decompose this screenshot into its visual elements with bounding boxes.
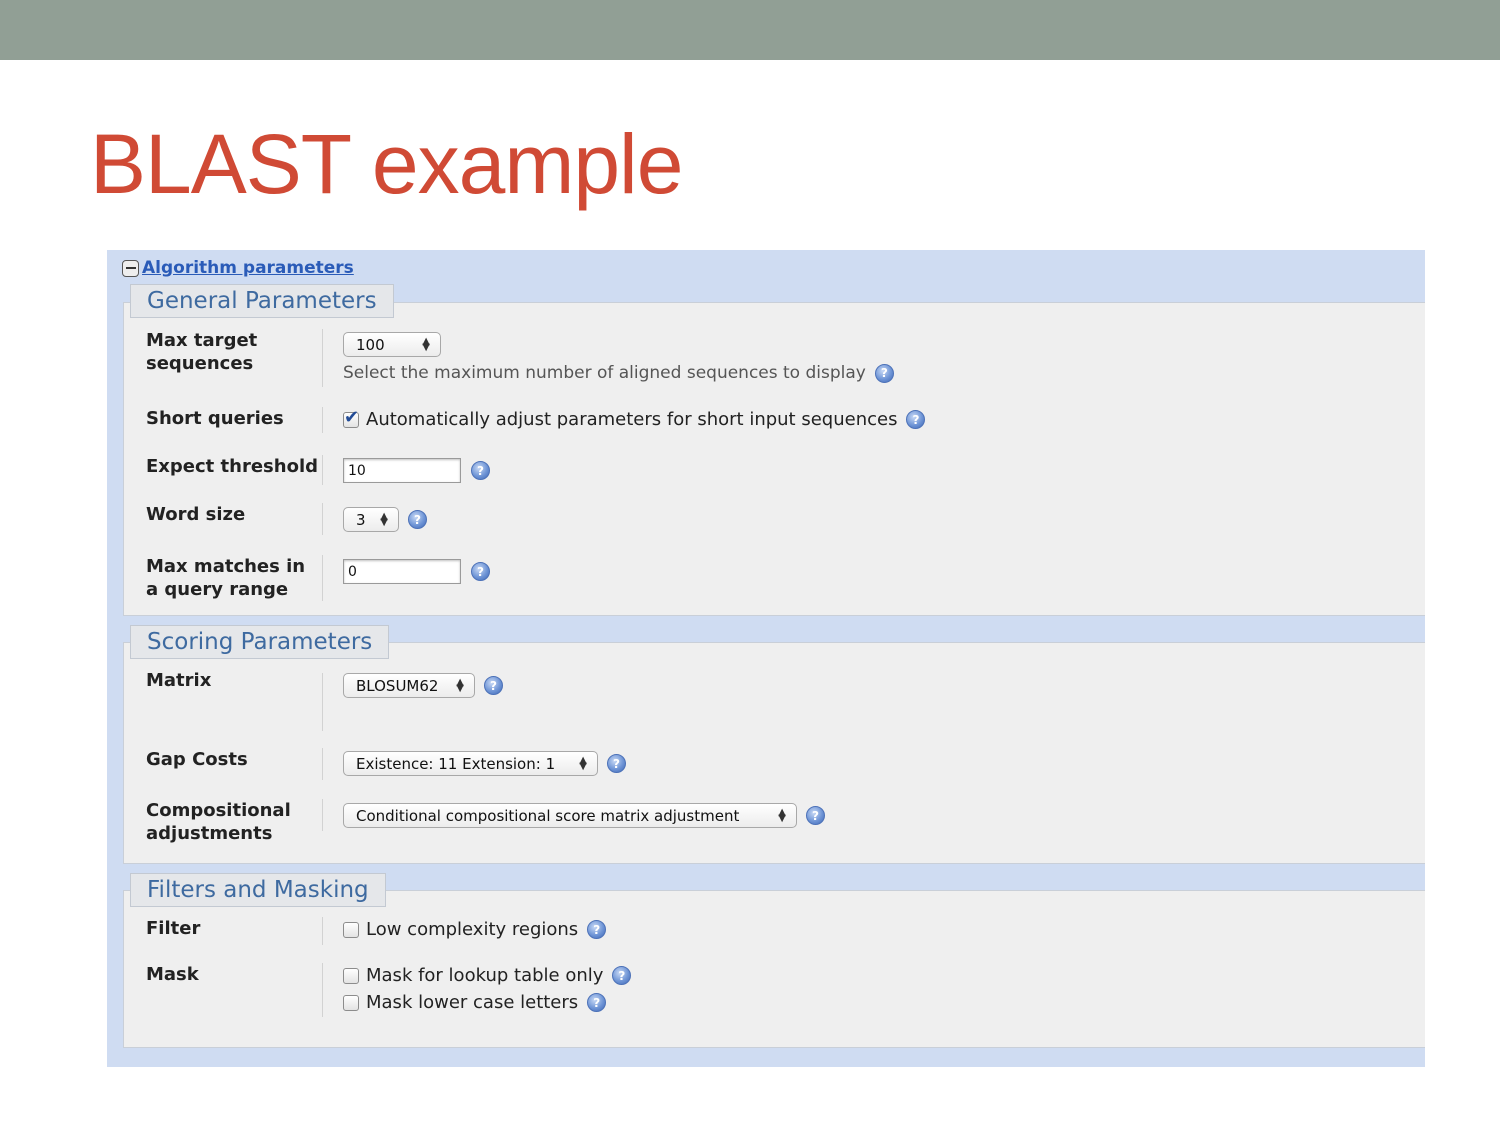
word-size-value: 3 [356, 510, 366, 529]
gap-costs-label: Gap Costs [146, 749, 248, 770]
divider [322, 455, 323, 485]
divider [322, 673, 323, 731]
filters-masking-legend: Filters and Masking [130, 873, 386, 907]
select-arrows-icon: ▲ ▼ [380, 510, 388, 528]
divider [322, 407, 323, 433]
short-queries-text: Automatically adjust parameters for shor… [366, 409, 898, 430]
gap-costs-value: Existence: 11 Extension: 1 [356, 754, 556, 773]
help-icon[interactable]: ? [874, 363, 894, 383]
short-queries-label: Short queries [146, 408, 284, 429]
slide-top-bar [0, 0, 1500, 60]
matrix-value: BLOSUM62 [356, 676, 439, 695]
general-parameters-panel: Max target sequences 100 ▲ ▼ Select the m… [123, 302, 1425, 616]
mask-lookup-control: Mask for lookup table only ? [343, 965, 632, 986]
select-arrows-icon: ▲ ▼ [579, 754, 587, 772]
filter-control: Low complexity regions ? [343, 919, 607, 940]
general-parameters-legend: General Parameters [130, 284, 394, 318]
help-icon[interactable]: ? [471, 461, 490, 480]
max-matches-label: Max matches in a query range [146, 556, 306, 600]
max-matches-input[interactable]: 0 [343, 559, 461, 584]
select-arrows-icon: ▲ ▼ [456, 676, 464, 694]
mask-lookup-checkbox[interactable] [343, 967, 359, 984]
expect-threshold-label: Expect threshold [146, 456, 318, 477]
gap-costs-select[interactable]: Existence: 11 Extension: 1 ▲ ▼ [343, 751, 598, 776]
compositional-adjustments-label: Compositional adjustments [146, 800, 291, 844]
select-arrows-icon: ▲ ▼ [778, 806, 786, 824]
mask-lower-text: Mask lower case letters [366, 992, 579, 1013]
select-arrows-icon: ▲ ▼ [422, 335, 430, 353]
divider [322, 503, 323, 535]
low-complexity-checkbox[interactable] [343, 921, 359, 938]
expect-threshold-control: 10 ? [343, 458, 490, 483]
expect-threshold-input[interactable]: 10 [343, 458, 461, 483]
max-target-hint: Select the maximum number of aligned seq… [343, 363, 866, 383]
short-queries-checkbox[interactable] [343, 407, 359, 428]
short-queries-control: Automatically adjust parameters for shor… [343, 407, 926, 430]
filter-label: Filter [146, 918, 201, 939]
scoring-parameters-legend: Scoring Parameters [130, 625, 390, 659]
word-size-select[interactable]: 3 ▲ ▼ [343, 507, 399, 532]
divider [322, 329, 323, 387]
gap-costs-control: Existence: 11 Extension: 1 ▲ ▼ ? [343, 751, 626, 776]
max-target-select[interactable]: 100 ▲ ▼ [343, 332, 441, 357]
help-icon[interactable]: ? [806, 806, 825, 825]
help-icon[interactable]: ? [471, 562, 490, 581]
help-icon[interactable]: ? [587, 993, 607, 1012]
divider [322, 963, 323, 1017]
max-target-hint-row: Select the maximum number of aligned seq… [343, 363, 894, 383]
compositional-adjustments-control: Conditional compositional score matrix a… [343, 803, 825, 828]
max-target-label: Max target sequences [146, 330, 258, 374]
help-icon[interactable]: ? [906, 410, 926, 429]
mask-label: Mask [146, 964, 199, 985]
filters-masking-panel: Filter Low complexity regions ? Mask Mas… [123, 890, 1425, 1048]
max-matches-control: 0 ? [343, 559, 490, 584]
compositional-adjustments-select[interactable]: Conditional compositional score matrix a… [343, 803, 797, 828]
slide-title: BLAST example [90, 117, 683, 211]
scoring-parameters-panel: Matrix BLOSUM62 ▲ ▼ ? Gap Costs Existence… [123, 642, 1425, 864]
help-icon[interactable]: ? [484, 676, 503, 695]
algorithm-parameters-link[interactable]: Algorithm parameters [142, 258, 354, 278]
help-icon[interactable]: ? [587, 920, 607, 939]
max-target-value: 100 [356, 335, 385, 354]
matrix-control: BLOSUM62 ▲ ▼ ? [343, 673, 503, 698]
divider [322, 555, 323, 601]
mask-lower-checkbox[interactable] [343, 994, 359, 1011]
help-icon[interactable]: ? [408, 510, 427, 529]
divider [322, 799, 323, 831]
word-size-label: Word size [146, 504, 246, 525]
mask-lower-control: Mask lower case letters ? [343, 992, 607, 1013]
mask-lookup-text: Mask for lookup table only [366, 965, 604, 986]
collapse-minus-icon[interactable] [122, 259, 139, 277]
low-complexity-text: Low complexity regions [366, 919, 579, 940]
compositional-adjustments-value: Conditional compositional score matrix a… [356, 806, 740, 825]
algorithm-parameters-header[interactable]: Algorithm parameters [122, 257, 354, 279]
max-target-control: 100 ▲ ▼ [343, 332, 441, 357]
help-icon[interactable]: ? [612, 966, 632, 985]
blast-form-screenshot: Algorithm parameters Max target sequence… [107, 250, 1425, 1067]
divider [322, 748, 323, 780]
word-size-control: 3 ▲ ▼ ? [343, 507, 427, 532]
divider [322, 917, 323, 945]
matrix-label: Matrix [146, 670, 212, 691]
help-icon[interactable]: ? [607, 754, 626, 773]
matrix-select[interactable]: BLOSUM62 ▲ ▼ [343, 673, 475, 698]
